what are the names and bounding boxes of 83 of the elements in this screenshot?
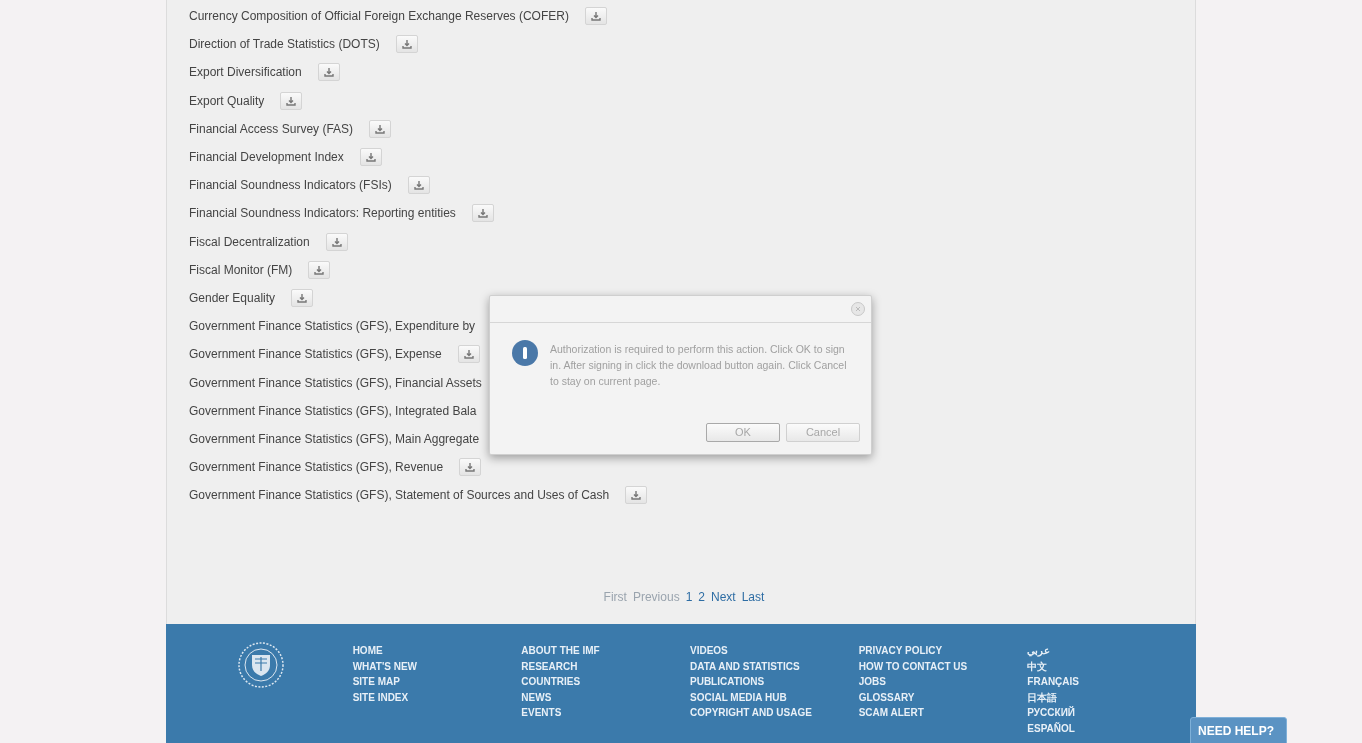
- pagination-link[interactable]: Next: [711, 588, 736, 606]
- footer-link[interactable]: HOW TO CONTACT US: [858, 658, 968, 674]
- download-button[interactable]: [459, 458, 482, 477]
- footer-link[interactable]: VIDEOS: [690, 643, 728, 659]
- download-icon: [413, 180, 424, 191]
- dialog-message: Authorization is required to perform this action. Click OK to sign in. After signing in click the download button again. Click Cancel to stay on current page.: [550, 342, 848, 389]
- footer-link[interactable]: عربي: [1027, 643, 1051, 659]
- download-icon: [375, 123, 386, 134]
- footer-link[interactable]: 中文: [1027, 658, 1048, 674]
- download-icon: [477, 208, 488, 219]
- download-icon: [314, 264, 325, 275]
- download-icon: [365, 152, 376, 163]
- info-icon: [512, 340, 538, 366]
- download-button[interactable]: [308, 260, 331, 279]
- dataset-link[interactable]: Export Diversification: [189, 63, 302, 82]
- dialog-button[interactable]: OK: [706, 423, 780, 442]
- footer-link[interactable]: 日本語: [1027, 689, 1058, 705]
- footer-link[interactable]: РУССКИЙ: [1027, 705, 1075, 721]
- download-icon: [463, 349, 474, 360]
- dataset-link[interactable]: Currency Composition of Official Foreign Exchange Reserves (COFER): [189, 7, 569, 26]
- footer-link[interactable]: PRIVACY POLICY: [858, 643, 943, 659]
- download-button[interactable]: [280, 91, 303, 110]
- footer-link[interactable]: COUNTRIES: [521, 674, 581, 690]
- seal-logo: [236, 641, 285, 689]
- footer-link[interactable]: COPYRIGHT AND USAGE: [690, 705, 812, 721]
- download-icon: [401, 39, 412, 50]
- footer-link[interactable]: FRANÇAIS: [1027, 674, 1079, 690]
- download-button[interactable]: [457, 345, 480, 364]
- dataset-link[interactable]: Government Finance Statistics (GFS), Main Aggregate: [189, 429, 480, 448]
- download-icon: [286, 95, 297, 106]
- download-icon: [465, 462, 476, 473]
- download-button[interactable]: [407, 176, 430, 195]
- download-button[interactable]: [395, 35, 418, 54]
- dataset-link[interactable]: Fiscal Monitor (FM): [189, 260, 293, 279]
- dataset-link[interactable]: Financial Access Survey (FAS): [189, 119, 354, 138]
- pagination-link[interactable]: Last: [741, 588, 765, 606]
- dialog-button[interactable]: Cancel: [786, 423, 860, 442]
- help-button[interactable]: NEED HELP?: [1190, 717, 1287, 743]
- footer-link[interactable]: SCAM ALERT: [858, 705, 924, 721]
- close-button[interactable]: [851, 302, 865, 316]
- download-button[interactable]: [471, 204, 494, 223]
- download-button[interactable]: [317, 63, 340, 82]
- footer-link[interactable]: SITE MAP: [352, 674, 400, 690]
- pagination-link[interactable]: 2: [698, 588, 705, 606]
- close-icon: [855, 306, 861, 312]
- download-icon: [631, 490, 642, 501]
- download-button[interactable]: [291, 288, 314, 307]
- dataset-link[interactable]: Export Quality: [189, 91, 265, 110]
- dataset-link[interactable]: Direction of Trade Statistics (DOTS): [189, 35, 380, 54]
- dataset-link[interactable]: Government Finance Statistics (GFS), Statement of Sources and Uses of Cash: [189, 486, 610, 505]
- footer-link[interactable]: ESPAÑOL: [1027, 720, 1075, 736]
- download-button[interactable]: [325, 232, 348, 251]
- footer-link[interactable]: HOME: [352, 643, 383, 659]
- dataset-link[interactable]: Government Finance Statistics (GFS), Expenditure by: [189, 317, 476, 336]
- dataset-link[interactable]: Fiscal Decentralization: [189, 232, 310, 251]
- footer-link[interactable]: SITE INDEX: [352, 689, 409, 705]
- dataset-link[interactable]: Government Finance Statistics (GFS), Financial Assets: [189, 373, 482, 392]
- dataset-link[interactable]: Government Finance Statistics (GFS), Integrated Bala: [189, 401, 477, 420]
- pagination-link[interactable]: 1: [685, 588, 693, 606]
- dataset-link[interactable]: Financial Development Index: [189, 148, 344, 167]
- footer-link[interactable]: JOBS: [858, 674, 886, 690]
- footer-link[interactable]: WHAT'S NEW: [352, 658, 418, 674]
- download-icon: [297, 292, 308, 303]
- footer-link[interactable]: RESEARCH: [521, 658, 578, 674]
- dataset-link[interactable]: Gender Equality: [189, 288, 276, 307]
- download-button[interactable]: [359, 148, 382, 167]
- download-button[interactable]: [625, 486, 648, 505]
- footer-link[interactable]: NEWS: [521, 689, 552, 705]
- footer-link[interactable]: DATA AND STATISTICS: [690, 658, 800, 674]
- footer-link[interactable]: EVENTS: [521, 705, 562, 721]
- dataset-link[interactable]: Government Finance Statistics (GFS), Expense: [189, 345, 442, 364]
- download-icon: [590, 11, 601, 22]
- download-button[interactable]: [369, 119, 392, 138]
- footer-link[interactable]: PUBLICATIONS: [690, 674, 765, 690]
- dataset-link[interactable]: Financial Soundness Indicators: Reporting entities: [189, 204, 456, 223]
- download-button[interactable]: [584, 7, 607, 26]
- footer-link[interactable]: GLOSSARY: [858, 689, 915, 705]
- dataset-link[interactable]: Government Finance Statistics (GFS), Revenue: [189, 458, 444, 477]
- download-icon: [323, 67, 334, 78]
- dataset-link[interactable]: Financial Soundness Indicators (FSIs): [189, 176, 392, 195]
- footer-link[interactable]: ABOUT THE IMF: [521, 643, 600, 659]
- download-icon: [331, 236, 342, 247]
- footer-link[interactable]: SOCIAL MEDIA HUB: [690, 689, 787, 705]
